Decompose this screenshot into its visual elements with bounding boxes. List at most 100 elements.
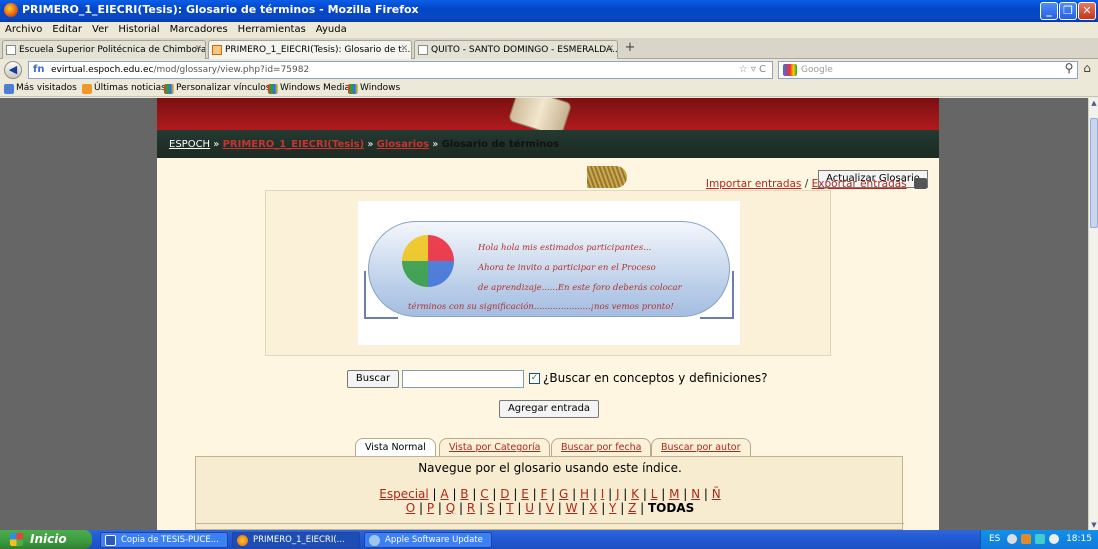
breadcrumb-course[interactable]: PRIMERO_1_EIECRI(Tesis) [223, 139, 365, 150]
menu-historial[interactable]: Historial [113, 22, 164, 35]
letter-w[interactable]: W [566, 501, 578, 515]
search-icon[interactable]: ⚲ [1060, 61, 1078, 79]
letter-m[interactable]: M [669, 487, 679, 501]
tab-vista-categoria[interactable]: Vista por Categoría [439, 438, 551, 456]
letter-s[interactable]: S [487, 501, 495, 515]
menu-marcadores[interactable]: Marcadores [165, 22, 233, 35]
close-tab-icon[interactable]: ✕ [194, 44, 202, 54]
back-button[interactable]: ◀ [4, 61, 22, 79]
search-box[interactable]: Google [778, 61, 1078, 79]
header-banner [157, 98, 939, 130]
bookmark-windows-media[interactable]: Windows Media [268, 83, 351, 94]
bookmark-label: Últimas noticias [94, 83, 166, 93]
add-entry-button[interactable]: Agregar entrada [499, 400, 599, 418]
taskbar-item-word[interactable]: Copia de TESIS-PUCE... [100, 532, 228, 548]
letter-t[interactable]: T [506, 501, 513, 515]
letter-separator: | [513, 501, 526, 515]
tray-icon[interactable] [1021, 534, 1031, 544]
menu-ayuda[interactable]: Ayuda [311, 22, 352, 35]
letter-e[interactable]: E [521, 487, 529, 501]
close-button[interactable]: ✕ [1078, 2, 1096, 20]
bookmark-icon [4, 84, 14, 94]
url-controls[interactable]: ☆ ▿ C [739, 64, 766, 75]
search-input[interactable] [402, 370, 524, 388]
scrollbar-thumb[interactable] [1090, 118, 1098, 228]
tab-espoch[interactable]: Escuela Superior Politécnica de Chimbora… [2, 40, 206, 59]
letter-especial[interactable]: Especial [379, 487, 428, 501]
maximize-button[interactable]: ❐ [1059, 2, 1077, 20]
vertical-scrollbar[interactable]: ▲ ▼ [1088, 98, 1098, 530]
taskbar-item-firefox[interactable]: PRIMERO_1_EIECRI(... [232, 532, 360, 548]
search-definitions-label: ¿Buscar en conceptos y definiciones? [543, 371, 768, 385]
letter-separator: | [577, 501, 590, 515]
tab-vista-normal[interactable]: Vista Normal [355, 438, 436, 456]
tray-icon[interactable] [1007, 534, 1017, 544]
bookmark-mas-visitados[interactable]: Más visitados [4, 83, 77, 94]
letter-q[interactable]: Q [446, 501, 455, 515]
decor-line [364, 317, 398, 319]
taskbar-item-apple-update[interactable]: Apple Software Update [364, 532, 492, 548]
tab-link[interactable]: Vista por Categoría [449, 442, 540, 453]
tab-buscar-autor[interactable]: Buscar por autor [651, 438, 751, 456]
letter-a[interactable]: A [440, 487, 448, 501]
divider [196, 523, 904, 524]
letter-v[interactable]: V [546, 501, 554, 515]
tab-link[interactable]: Buscar por autor [661, 442, 741, 453]
start-button[interactable]: Inicio [0, 530, 92, 549]
letter-separator: | [616, 501, 629, 515]
address-bar[interactable]: fn evirtual.espoch.edu.ec/mod/glossary/v… [28, 61, 773, 79]
search-button[interactable]: Buscar [347, 370, 399, 388]
letter-c[interactable]: C [480, 487, 488, 501]
letter-n[interactable]: N [691, 487, 700, 501]
bookmark-label: Windows Media [280, 83, 351, 93]
minimize-button[interactable]: _ [1040, 2, 1058, 20]
word-icon [105, 535, 116, 546]
search-definitions-checkbox[interactable]: ✓ [529, 373, 540, 384]
tab-buscar-fecha[interactable]: Buscar por fecha [551, 438, 652, 456]
letter-g[interactable]: G [559, 487, 568, 501]
tray-icon[interactable] [1035, 534, 1045, 544]
printer-icon[interactable] [914, 178, 927, 189]
tray-icon[interactable] [1049, 534, 1059, 544]
import-entries-link[interactable]: Importar entradas [706, 178, 802, 190]
scroll-down-icon[interactable]: ▼ [1089, 520, 1098, 530]
tab-link[interactable]: Buscar por fecha [561, 442, 641, 453]
home-icon[interactable]: ⌂ [1078, 61, 1096, 79]
bookmark-ultimas-noticias[interactable]: Últimas noticias [82, 83, 166, 94]
letter-k[interactable]: K [631, 487, 639, 501]
tab-quito[interactable]: QUITO - SANTO DOMINGO - ESMERALDA... ✕ [414, 40, 618, 59]
scroll-up-icon[interactable]: ▲ [1089, 98, 1098, 108]
close-tab-icon[interactable]: ✕ [400, 44, 408, 54]
menu-ver[interactable]: Ver [87, 22, 113, 35]
export-entries-link[interactable]: Exportar entradas [812, 178, 907, 190]
letter-r[interactable]: R [467, 501, 475, 515]
letter-b[interactable]: B [460, 487, 468, 501]
menu-herramientas[interactable]: Herramientas [233, 22, 311, 35]
tab-label: PRIMERO_1_EIECRI(Tesis): Glosario de t..… [225, 45, 411, 55]
letter-ñ[interactable]: Ñ [712, 487, 721, 501]
menu-archivo[interactable]: Archivo [0, 22, 47, 35]
letter-d[interactable]: D [500, 487, 509, 501]
bookmarks-bar: Más visitados Últimas noticias Personali… [0, 81, 1098, 97]
moodle-icon [212, 45, 222, 55]
letter-h[interactable]: H [580, 487, 589, 501]
language-indicator[interactable]: ES [989, 534, 1000, 544]
letter-separator: | [639, 487, 651, 501]
bookmark-windows[interactable]: Windows [348, 83, 400, 94]
letter-todas[interactable]: TODAS [648, 501, 694, 515]
intro-image: Hola hola mis estimados participantes...… [358, 201, 740, 345]
menu-editar[interactable]: Editar [47, 22, 87, 35]
letter-o[interactable]: O [406, 501, 415, 515]
breadcrumb-home[interactable]: ESPOCH [169, 139, 210, 150]
windows-icon [164, 84, 174, 94]
message-line: términos con su significación...........… [408, 302, 674, 312]
url-text: evirtual.espoch.edu.ec/mod/glossary/view… [51, 65, 310, 75]
close-tab-icon[interactable]: ✕ [606, 44, 614, 54]
new-tab-button[interactable]: + [621, 41, 639, 57]
alphabet-row-1: Especial | A | B | C | D | E | F | G | H… [196, 487, 904, 501]
breadcrumb-glosarios[interactable]: Glosarios [377, 139, 429, 150]
tab-glosario[interactable]: PRIMERO_1_EIECRI(Tesis): Glosario de t..… [208, 40, 412, 59]
letter-u[interactable]: U [525, 501, 534, 515]
bookmark-personalizar[interactable]: Personalizar vínculos [164, 83, 270, 94]
letter-separator: | [657, 487, 670, 501]
